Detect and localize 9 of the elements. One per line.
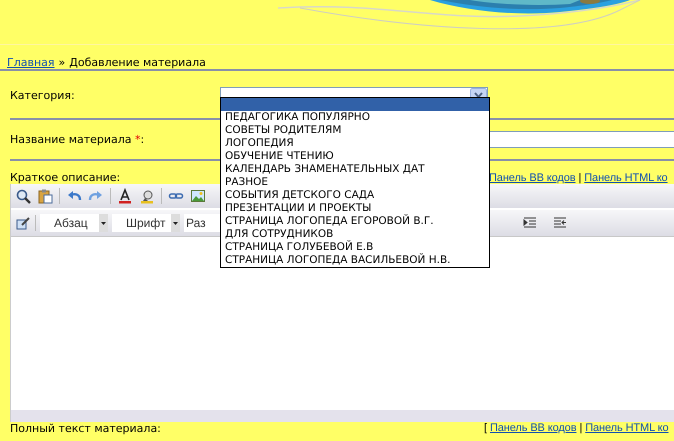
bracket-text: [ (484, 422, 487, 434)
separator-text: | (578, 172, 582, 184)
page-title: Добавление материала (69, 56, 206, 69)
separator-text: | (579, 422, 582, 434)
field-label: Категория: (10, 88, 76, 102)
field-label: Краткое описание: (10, 171, 122, 184)
breadcrumb-separator: » (58, 56, 66, 69)
field-label: Полный текст материала: (10, 422, 162, 435)
field-label: Название материала *: (10, 133, 146, 146)
